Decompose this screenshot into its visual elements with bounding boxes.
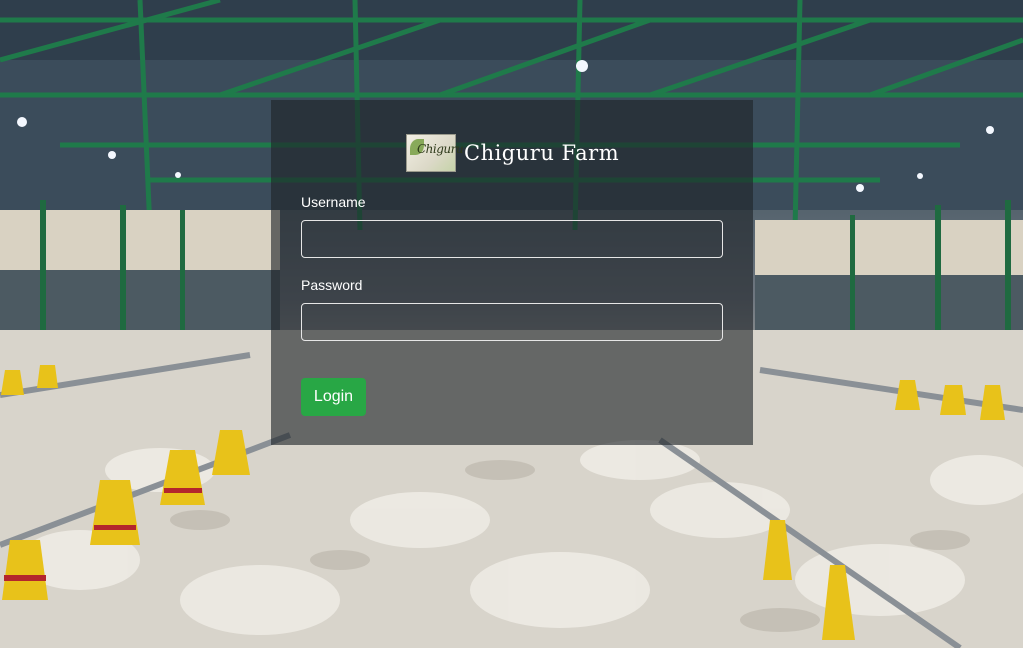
- brand: Chiguru Chiguru Farm: [406, 134, 619, 172]
- login-button[interactable]: Login: [301, 378, 366, 416]
- login-panel: Chiguru Chiguru Farm Username Password L…: [271, 100, 753, 445]
- username-input[interactable]: [301, 220, 723, 258]
- password-input[interactable]: [301, 303, 723, 341]
- farm-logo: Chiguru: [406, 134, 464, 172]
- logo-text: Chiguru: [417, 142, 464, 156]
- username-label: Username: [301, 194, 366, 210]
- password-label: Password: [301, 277, 363, 293]
- brand-name: Chiguru Farm: [464, 141, 620, 165]
